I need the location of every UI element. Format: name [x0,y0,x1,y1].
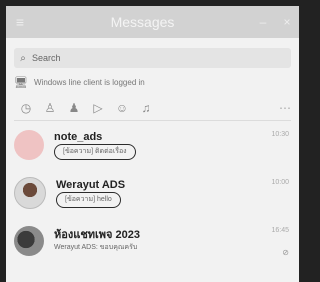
login-notice-text: Windows line client is logged in [34,77,145,87]
search-input[interactable]: ⌕ Search [14,48,291,68]
chat-body: ห้องแชทเพจ 2023 Werayut ADS: ขอบคุณครับ [54,228,291,254]
window-title: Messages [110,14,175,30]
chat-time: 10:00 [271,179,289,186]
search-placeholder: Search [32,53,61,63]
close-icon[interactable]: × [275,15,299,29]
chat-preview: [ข้อความ] hello [56,192,291,208]
chat-name: note_ads [54,131,103,143]
chat-preview: [ข้อความ] ติดต่อเรื่อง [54,144,291,160]
chat-body: note_ads [ข้อความ] ติดต่อเรื่อง [54,130,291,160]
monitor-icon: 🖥 [14,76,28,89]
filter-bar: ◷ ♙ ♟ ▷ ☺ ♫ ⋯ [14,96,291,121]
chat-time: 10:30 [271,131,289,138]
search-icon: ⌕ [20,52,26,64]
chat-time: 16:45 [271,227,289,234]
menu-icon[interactable]: ≡ [6,14,34,30]
app-window: ≡ Messages – × ⌕ Search 🖥 Windows line c… [6,6,299,282]
mute-icon: ⊘ [282,248,289,257]
chat-item[interactable]: note_ads [ข้อความ] ติดต่อเรื่อง 10:30 [6,121,299,169]
title-bar: ≡ Messages – × [6,6,299,38]
avatar [14,177,46,209]
chat-preview: Werayut ADS: ขอบคุณครับ [54,244,138,251]
clock-icon[interactable]: ◷ [14,101,38,115]
bot-icon[interactable]: ☺ [110,101,134,115]
person-icon[interactable]: ♙ [38,101,62,115]
group-icon[interactable]: ♟ [62,101,86,115]
more-icon[interactable]: ⋯ [279,101,291,115]
chat-preview-text: [ข้อความ] hello [56,192,121,208]
avatar [14,226,44,256]
chat-name: Werayut ADS [56,179,126,191]
login-notice: 🖥 Windows line client is logged in [14,74,291,90]
avatar [14,130,44,160]
chat-item[interactable]: ห้องแชทเพจ 2023 Werayut ADS: ขอบคุณครับ … [6,217,299,265]
bell-icon[interactable]: ♫ [134,101,158,115]
chat-name: ห้องแชทเพจ 2023 [54,229,141,241]
chat-preview-text: [ข้อความ] ติดต่อเรื่อง [54,144,136,160]
minimize-icon[interactable]: – [251,15,275,29]
chat-item[interactable]: Werayut ADS [ข้อความ] hello 10:00 [6,169,299,217]
chat-body: Werayut ADS [ข้อความ] hello [56,178,291,208]
send-icon[interactable]: ▷ [86,101,110,115]
